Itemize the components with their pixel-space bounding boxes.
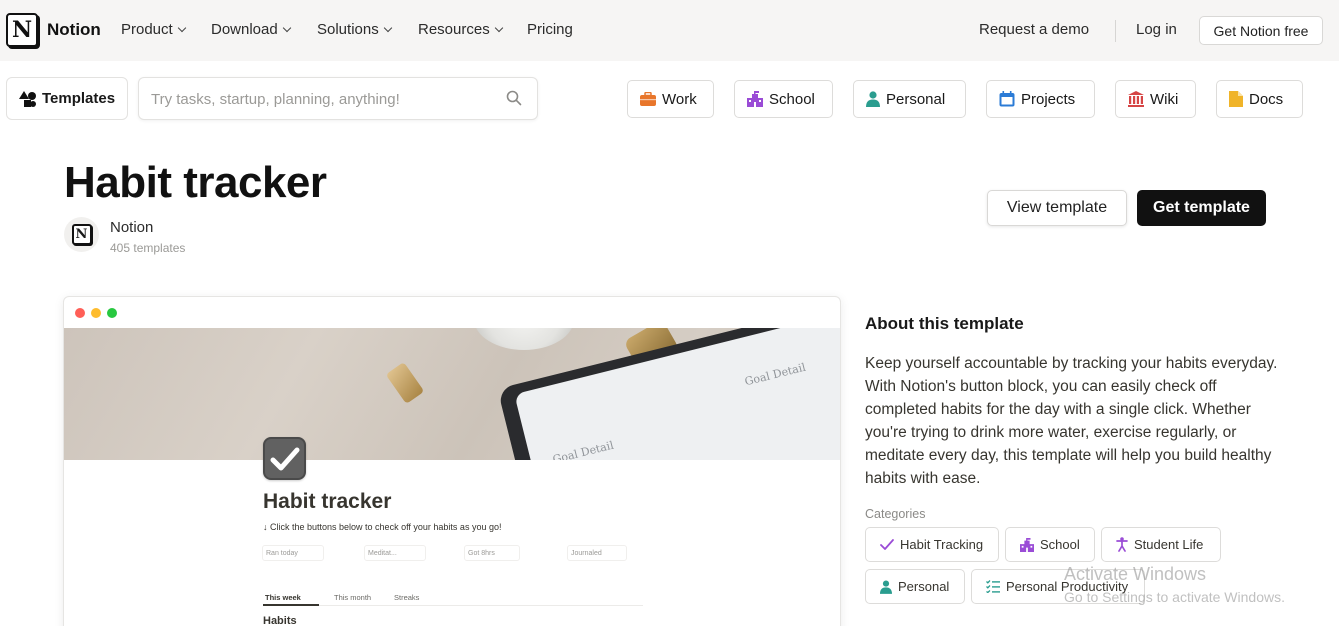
tag-habit-tracking[interactable]: Habit Tracking [865, 527, 999, 562]
preview-habit-button-label: Journaled [571, 549, 602, 557]
templates-button[interactable]: Templates [6, 77, 128, 120]
preview-habit-button-label: Got 8hrs [468, 549, 495, 557]
get-template-button[interactable]: Get template [1137, 190, 1266, 226]
tag-label: Habit Tracking [900, 537, 984, 552]
school-icon [1020, 537, 1034, 552]
category-personal[interactable]: Personal [853, 80, 966, 118]
windows-activation-watermark-subtitle: Go to Settings to activate Windows. [1064, 589, 1285, 605]
school-icon [747, 91, 763, 107]
category-personal-label: Personal [886, 90, 946, 108]
templates-label: Templates [42, 90, 116, 107]
about-heading: About this template [865, 314, 1024, 333]
notion-logo-icon: N [71, 224, 92, 245]
nav-divider [1115, 20, 1116, 42]
chevron-down-icon [282, 23, 291, 32]
nav-solutions-label: Solutions [317, 21, 379, 38]
shapes-icon [19, 90, 36, 107]
preview-habit-button-label: Meditat... [368, 549, 397, 557]
author-template-count: 405 templates [110, 241, 186, 255]
checkbox-icon [263, 437, 306, 480]
nav-resources[interactable]: Resources [418, 21, 503, 38]
author-avatar[interactable]: N [64, 217, 99, 252]
checklist-icon [986, 580, 1000, 593]
notion-logo-icon: N [6, 13, 38, 47]
chevron-down-icon [383, 23, 392, 32]
window-close-dot [75, 308, 85, 318]
preview-habit-button: Got 8hrs [464, 545, 520, 561]
preview-habit-button: Meditat... [364, 545, 426, 561]
preview-tab-streaks: Streaks [394, 593, 420, 602]
category-work-label: Work [662, 90, 697, 108]
categories-label: Categories [865, 507, 926, 521]
tag-label: School [1040, 537, 1080, 552]
category-docs[interactable]: Docs [1216, 80, 1303, 118]
window-minimize-dot [91, 308, 101, 318]
template-preview[interactable]: Goal Detail Goal Detail Habit tracker ↓ … [63, 296, 841, 626]
nav-pricing-label: Pricing [527, 21, 573, 38]
category-work[interactable]: Work [627, 80, 714, 118]
nav-download-label: Download [211, 21, 278, 38]
tag-student-life[interactable]: Student Life [1101, 527, 1221, 562]
category-wiki[interactable]: Wiki [1115, 80, 1196, 118]
calendar-icon [999, 91, 1015, 107]
preview-habit-button-label: Ran today [266, 549, 298, 557]
category-projects-label: Projects [1021, 90, 1076, 108]
cover-image: Goal Detail Goal Detail [64, 328, 840, 460]
preview-tab-this-week: This week [265, 593, 301, 602]
person-icon [866, 91, 880, 107]
notion-logo[interactable]: N Notion [6, 13, 101, 47]
preview-habit-button: Ran today [262, 545, 324, 561]
top-navigation: N Notion Product Download Solutions Reso… [0, 0, 1339, 61]
bank-icon [1128, 91, 1144, 107]
preview-tab-this-month: This month [334, 593, 372, 602]
windows-activation-watermark-title: Activate Windows [1064, 564, 1207, 584]
category-school-label: School [769, 90, 815, 108]
preview-page-title: Habit tracker [263, 490, 392, 513]
nav-solutions[interactable]: Solutions [317, 21, 392, 38]
preview-page-subtitle: ↓ Click the buttons below to check off y… [263, 522, 502, 532]
nav-product[interactable]: Product [121, 21, 186, 38]
person-icon [880, 579, 892, 594]
window-maximize-dot [107, 308, 117, 318]
about-description: Keep yourself accountable by tracking yo… [865, 355, 1278, 487]
nav-product-label: Product [121, 21, 173, 38]
preview-habit-button: Journaled [567, 545, 627, 561]
category-school[interactable]: School [734, 80, 833, 118]
document-icon [1229, 91, 1243, 107]
nav-download[interactable]: Download [211, 21, 291, 38]
category-projects[interactable]: Projects [986, 80, 1095, 118]
check-icon [880, 538, 894, 550]
tag-school[interactable]: School [1005, 527, 1095, 562]
author-name[interactable]: Notion [110, 219, 153, 236]
search-icon[interactable] [506, 90, 522, 106]
chevron-down-icon [177, 23, 186, 32]
preview-section-heading: Habits [263, 615, 297, 626]
category-docs-label: Docs [1249, 90, 1284, 108]
template-search-input[interactable] [151, 89, 491, 109]
nav-pricing[interactable]: Pricing [527, 21, 573, 38]
brand-name: Notion [47, 20, 101, 39]
figure-icon [1116, 537, 1128, 552]
preview-tab-divider [263, 605, 643, 606]
tag-personal[interactable]: Personal [865, 569, 965, 604]
chevron-down-icon [494, 23, 503, 32]
nav-resources-label: Resources [418, 21, 490, 38]
login-link[interactable]: Log in [1136, 21, 1177, 38]
tag-label: Student Life [1134, 537, 1204, 552]
cup-shape [474, 328, 574, 350]
template-title: Habit tracker [64, 158, 327, 207]
request-demo-link[interactable]: Request a demo [979, 21, 1089, 38]
preview-tab-active-indicator [263, 604, 319, 606]
get-notion-free-button[interactable]: Get Notion free [1199, 16, 1323, 45]
binder-clip-shape [385, 361, 425, 405]
briefcase-icon [640, 92, 656, 106]
view-template-button[interactable]: View template [987, 190, 1127, 226]
category-wiki-label: Wiki [1150, 90, 1179, 108]
tag-label: Personal [898, 579, 950, 594]
template-search-box [138, 77, 538, 120]
